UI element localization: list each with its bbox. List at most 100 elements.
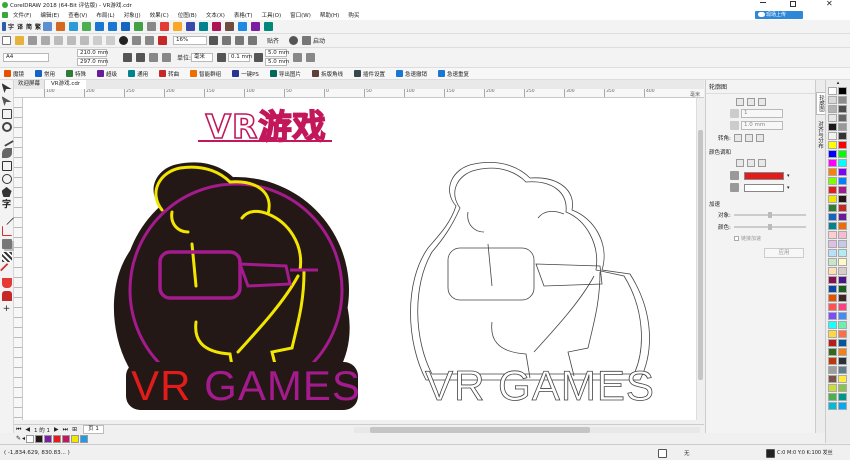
outline-icon[interactable] xyxy=(766,449,775,458)
palette-swatch-28[interactable] xyxy=(828,213,837,221)
plugin-button-7[interactable]: 一键PS xyxy=(230,70,259,78)
tab-document[interactable]: VR游戏.cdr xyxy=(45,80,87,89)
menu-item-3[interactable]: 布局(L) xyxy=(96,11,114,19)
tool-text-4[interactable]: 繁 xyxy=(35,22,41,31)
palette-swatch-6[interactable] xyxy=(828,114,837,122)
palette-swatch-62[interactable] xyxy=(828,366,837,374)
palette-swatch-8[interactable] xyxy=(828,123,837,131)
palette-swatch-37[interactable] xyxy=(838,249,847,257)
redo-icon[interactable] xyxy=(56,22,66,31)
palette-swatch-17[interactable] xyxy=(838,159,847,167)
outline-color-picker[interactable] xyxy=(744,171,784,180)
zoom-tool-icon[interactable] xyxy=(1,122,12,132)
palette-swatch-45[interactable] xyxy=(838,285,847,293)
menu-item-10[interactable]: 窗口(W) xyxy=(290,11,311,19)
plugin-button-0[interactable]: 魔镜 xyxy=(2,70,24,78)
add-page-button[interactable]: ⊞ xyxy=(72,426,77,433)
doc-swatch-white[interactable] xyxy=(26,434,35,443)
app-menu-icon[interactable] xyxy=(2,11,8,18)
palette-swatch-42[interactable] xyxy=(828,276,837,284)
cut-icon[interactable] xyxy=(54,36,63,45)
node-icon[interactable] xyxy=(199,22,209,31)
shape-tool-icon[interactable] xyxy=(1,96,12,106)
print-icon[interactable] xyxy=(41,36,50,45)
transform-icon[interactable] xyxy=(186,22,196,31)
close-button[interactable]: ✕ xyxy=(826,0,833,8)
doc-swatch-black[interactable] xyxy=(35,434,44,443)
plugin-button-6[interactable]: 智能群组 xyxy=(188,70,221,78)
fill-color-arrow[interactable]: ▾ xyxy=(787,185,790,191)
doc-swatch-red[interactable] xyxy=(53,434,62,443)
maximize-button[interactable] xyxy=(790,1,796,7)
palette-swatch-39[interactable] xyxy=(838,258,847,266)
doc-swatch-purple[interactable] xyxy=(44,434,53,443)
page-height-field[interactable]: 297.0 mm xyxy=(77,58,108,66)
palette-swatch-23[interactable] xyxy=(838,186,847,194)
palette-swatch-34[interactable] xyxy=(828,240,837,248)
plugin-button-1[interactable]: 常用 xyxy=(33,70,55,78)
contour-outside-button[interactable] xyxy=(758,98,766,106)
menu-item-1[interactable]: 编辑(E) xyxy=(40,11,59,19)
palette-swatch-55[interactable] xyxy=(838,330,847,338)
eyedropper-tool-icon[interactable] xyxy=(0,262,14,278)
palette-swatch-16[interactable] xyxy=(828,159,837,167)
palette-swatch-54[interactable] xyxy=(828,330,837,338)
palette-swatch-20[interactable] xyxy=(828,177,837,185)
palette-swatch-33[interactable] xyxy=(838,231,847,239)
palette-swatch-30[interactable] xyxy=(828,222,837,230)
palette-swatch-53[interactable] xyxy=(838,321,847,329)
palette-swatch-29[interactable] xyxy=(838,213,847,221)
palette-swatch-18[interactable] xyxy=(828,168,837,176)
search-content-icon[interactable] xyxy=(119,36,128,45)
palette-swatch-41[interactable] xyxy=(838,267,847,275)
palette-swatch-24[interactable] xyxy=(828,195,837,203)
colors-accel-slider[interactable] xyxy=(733,224,806,230)
palette-swatch-58[interactable] xyxy=(828,348,837,356)
palette-swatch-69[interactable] xyxy=(838,393,847,401)
palette-swatch-13[interactable] xyxy=(838,141,847,149)
palette-swatch-67[interactable] xyxy=(838,384,847,392)
nudge-field[interactable]: 0.1 mm xyxy=(228,53,252,62)
palette-swatch-9[interactable] xyxy=(838,123,847,131)
link-accel-checkbox[interactable] xyxy=(734,236,739,241)
palette-swatch-35[interactable] xyxy=(838,240,847,248)
palette-swatch-21[interactable] xyxy=(838,177,847,185)
paste-icon[interactable] xyxy=(80,36,89,45)
vertical-scrollbar[interactable] xyxy=(696,98,704,420)
palette-swatch-19[interactable] xyxy=(838,168,847,176)
doc-swatch-yellow[interactable] xyxy=(71,434,80,443)
palette-swatch-2[interactable] xyxy=(828,96,837,104)
landscape-icon[interactable] xyxy=(136,53,145,62)
artistic-media-icon[interactable] xyxy=(1,148,12,158)
side-tab-align[interactable]: 对齐与分布 xyxy=(816,119,824,151)
palette-swatch-31[interactable] xyxy=(838,222,847,230)
trim-icon[interactable] xyxy=(238,22,248,31)
plugin-button-3[interactable]: 超级 xyxy=(95,70,117,78)
palette-swatch-60[interactable] xyxy=(828,357,837,365)
palette-swatch-56[interactable] xyxy=(828,339,837,347)
vertical-scroll-thumb[interactable] xyxy=(698,130,703,380)
palette-swatch-14[interactable] xyxy=(828,150,837,158)
menu-item-7[interactable]: 文本(X) xyxy=(206,11,225,19)
palette-swatch-63[interactable] xyxy=(838,366,847,374)
plugin-button-10[interactable]: 插件设置 xyxy=(352,70,385,78)
snap-to-dropdown[interactable]: 贴齐 xyxy=(267,36,279,45)
doc-swatch-cyan[interactable] xyxy=(80,434,89,443)
menu-item-9[interactable]: 工具(O) xyxy=(262,11,282,19)
outline-color-arrow[interactable]: ▾ xyxy=(787,173,790,179)
palette-swatch-12[interactable] xyxy=(828,141,837,149)
gear-icon[interactable] xyxy=(147,22,157,31)
contour-center-button[interactable] xyxy=(736,98,744,106)
corner-miter-button[interactable] xyxy=(733,134,742,142)
contour-inside-button[interactable] xyxy=(747,98,755,106)
launch-dropdown[interactable]: 启动 xyxy=(313,36,325,45)
palette-swatch-52[interactable] xyxy=(828,321,837,329)
palette-swatch-7[interactable] xyxy=(838,114,847,122)
export-arrow-icon[interactable] xyxy=(145,36,154,45)
palette-swatch-25[interactable] xyxy=(838,195,847,203)
launch-icon[interactable] xyxy=(302,36,312,45)
palette-swatch-38[interactable] xyxy=(828,258,837,266)
palette-swatch-4[interactable] xyxy=(828,105,837,113)
menu-item-8[interactable]: 表格(T) xyxy=(234,11,253,19)
distribute-icon[interactable] xyxy=(108,22,118,31)
